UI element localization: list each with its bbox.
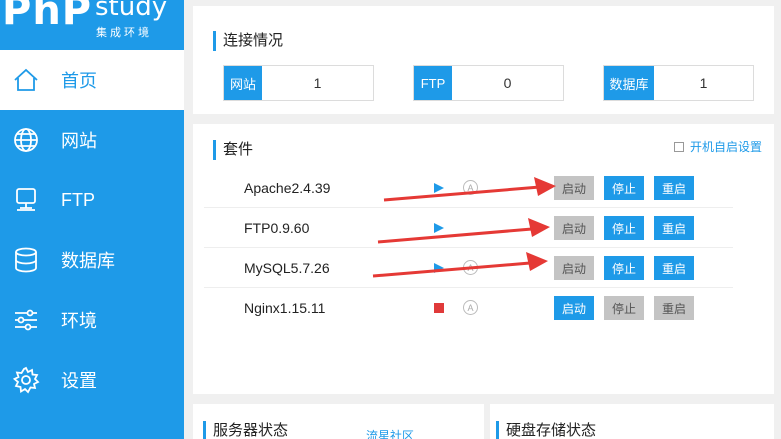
nav-label: 数据库 bbox=[61, 251, 115, 271]
logo-php-text: PhP bbox=[2, 0, 93, 34]
auto-icon: A bbox=[463, 260, 478, 275]
play-icon bbox=[434, 223, 444, 233]
gear-icon bbox=[11, 365, 41, 395]
app-logo: PhP study 集成环境 bbox=[0, 0, 184, 50]
disk-status-panel: 硬盘存储状态 bbox=[490, 404, 774, 439]
database-icon bbox=[11, 245, 41, 275]
nav-label: 首页 bbox=[61, 71, 97, 91]
start-button[interactable]: 启动 bbox=[554, 216, 594, 240]
restart-button[interactable]: 重启 bbox=[654, 176, 694, 200]
suite-row-nginx: Nginx1.15.11 A 启动 停止 重启 bbox=[204, 288, 733, 328]
server-status-title: 服务器状态 bbox=[203, 421, 288, 439]
server-icon bbox=[11, 185, 41, 215]
stop-button[interactable]: 停止 bbox=[604, 176, 644, 200]
nav-item-environment[interactable]: 环境 bbox=[0, 290, 184, 350]
nav-item-ftp[interactable]: FTP bbox=[0, 170, 184, 230]
website-count-label: 网站 bbox=[224, 66, 262, 100]
nav-item-settings[interactable]: 设置 bbox=[0, 350, 184, 410]
website-count-box: 网站 1 bbox=[223, 65, 374, 101]
stop-square-icon bbox=[434, 303, 444, 313]
autostart-checkbox[interactable] bbox=[673, 141, 684, 152]
ftp-count-label: FTP bbox=[414, 66, 452, 100]
logo-subtitle: 集成环境 bbox=[96, 27, 152, 39]
sidebar: PhP study 集成环境 首页 网站 FTP 数据库 环境 设置 bbox=[0, 0, 184, 439]
connection-panel: 连接情况 网站 1 FTP 0 数据库 1 bbox=[193, 6, 774, 114]
connection-title: 连接情况 bbox=[213, 31, 283, 51]
stop-button[interactable]: 停止 bbox=[604, 256, 644, 280]
globe-icon bbox=[11, 125, 41, 155]
service-name: Nginx1.15.11 bbox=[244, 300, 326, 316]
sliders-icon bbox=[11, 305, 41, 335]
restart-button[interactable]: 重启 bbox=[654, 296, 694, 320]
logo-study-text: study bbox=[95, 0, 168, 22]
play-icon bbox=[434, 183, 444, 193]
database-count-box: 数据库 1 bbox=[603, 65, 754, 101]
suite-panel: 套件 开机自启设置 Apache2.4.39 A 启动 停止 重启 FTP0.9… bbox=[193, 124, 774, 394]
nav-label: 设置 bbox=[61, 371, 97, 391]
service-name: FTP0.9.60 bbox=[244, 220, 310, 236]
suite-row-apache: Apache2.4.39 A 启动 停止 重启 bbox=[204, 168, 733, 208]
nav-label: 网站 bbox=[61, 131, 97, 151]
home-icon bbox=[11, 65, 41, 95]
database-count-value: 1 bbox=[699, 75, 708, 91]
autostart-setting[interactable]: 开机自启设置 bbox=[673, 138, 762, 155]
start-button[interactable]: 启动 bbox=[554, 176, 594, 200]
nav-item-database[interactable]: 数据库 bbox=[0, 230, 184, 290]
nav-item-website[interactable]: 网站 bbox=[0, 110, 184, 170]
start-button[interactable]: 启动 bbox=[554, 256, 594, 280]
auto-icon: A bbox=[463, 300, 478, 315]
website-count-value: 1 bbox=[313, 75, 322, 91]
auto-icon: A bbox=[463, 180, 478, 195]
sidebar-nav: 首页 网站 FTP 数据库 环境 设置 bbox=[0, 50, 184, 410]
suite-row-mysql: MySQL5.7.26 A 启动 停止 重启 bbox=[204, 248, 733, 288]
stop-button[interactable]: 停止 bbox=[604, 296, 644, 320]
ftp-count-value: 0 bbox=[503, 75, 512, 91]
autostart-label: 开机自启设置 bbox=[689, 140, 762, 154]
restart-button[interactable]: 重启 bbox=[654, 256, 694, 280]
server-status-panel: 服务器状态 流星社区 bbox=[193, 404, 484, 439]
start-button[interactable]: 启动 bbox=[554, 296, 594, 320]
service-name: MySQL5.7.26 bbox=[244, 260, 330, 276]
disk-status-title: 硬盘存储状态 bbox=[496, 421, 596, 439]
suite-title: 套件 bbox=[213, 140, 253, 160]
database-count-label: 数据库 bbox=[604, 66, 654, 100]
suite-row-ftp: FTP0.9.60 启动 停止 重启 bbox=[204, 208, 733, 248]
ftp-count-box: FTP 0 bbox=[413, 65, 564, 101]
service-name: Apache2.4.39 bbox=[244, 180, 331, 196]
nav-item-home[interactable]: 首页 bbox=[0, 50, 184, 110]
nav-label: 环境 bbox=[61, 311, 97, 331]
stop-button[interactable]: 停止 bbox=[604, 216, 644, 240]
nav-label: FTP bbox=[61, 189, 95, 210]
community-link[interactable]: 流星社区 bbox=[366, 427, 414, 439]
play-icon bbox=[434, 263, 444, 273]
restart-button[interactable]: 重启 bbox=[654, 216, 694, 240]
